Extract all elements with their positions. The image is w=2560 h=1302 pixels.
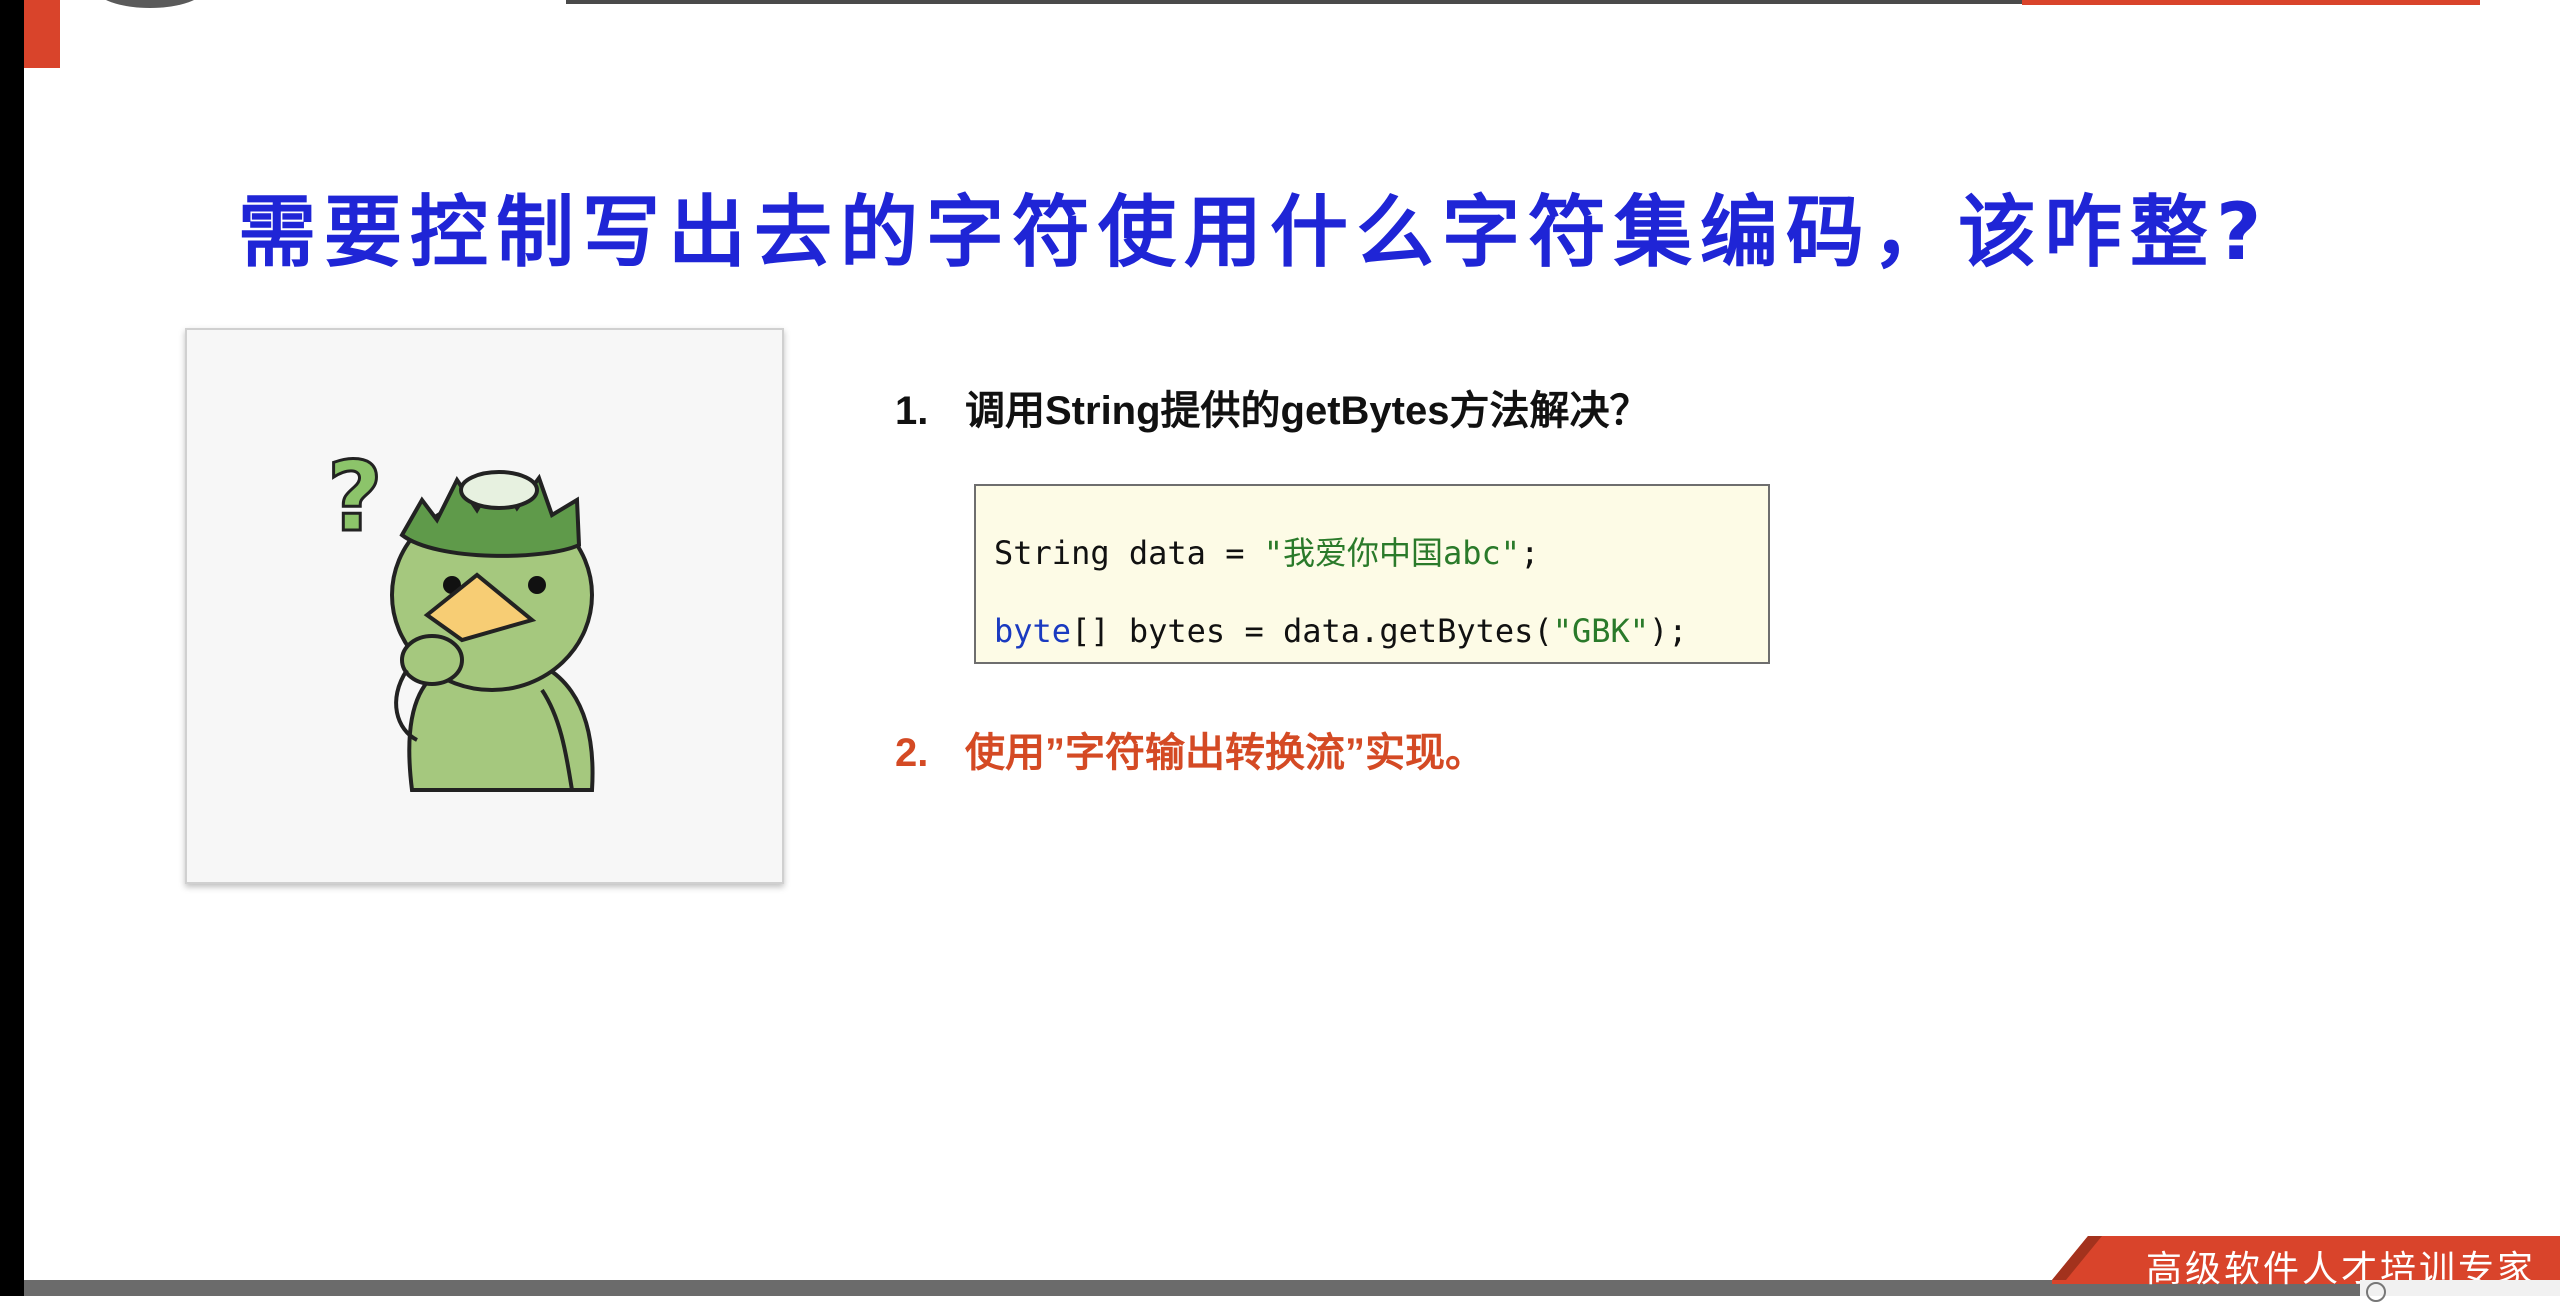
top-divider-line [566, 0, 2022, 4]
left-edge-bar [0, 0, 24, 1296]
item-1-text: 调用String提供的getBytes方法解决？ [965, 389, 1650, 433]
taskbar-tray [2360, 1280, 2560, 1296]
code-line-1-string: "我爱你中国abc" [1263, 534, 1521, 572]
illustration-frame: ? [185, 328, 784, 884]
item-2-text: 使用”字符输出转换流”实现。 [965, 731, 1485, 775]
slide-title: 需要控制写出去的字符使用什么字符集编码，该咋整? [238, 188, 2270, 278]
top-logo-partial [95, 0, 205, 8]
code-snippet: String data = "我爱你中国abc"; byte[] bytes =… [974, 484, 1770, 664]
top-accent-line [2022, 0, 2480, 5]
code-line-1-suffix: ; [1520, 534, 1540, 572]
question-mark-icon: ? [327, 441, 383, 553]
tray-globe-icon[interactable] [2366, 1282, 2386, 1302]
code-line-2-keyword: byte [994, 612, 1072, 650]
code-line-1: String data = "我爱你中国abc"; [994, 528, 1539, 574]
code-line-2: byte[] bytes = data.getBytes("GBK"); [994, 612, 1688, 650]
footer-banner: 高级软件人才培训专家 [2052, 1236, 2560, 1290]
list-item-1: 1. 调用String提供的getBytes方法解决？ [895, 378, 1650, 436]
code-line-2-suffix: ); [1649, 612, 1688, 650]
code-line-2-string: "GBK" [1552, 612, 1650, 650]
list-item-2: 2. 使用”字符输出转换流”实现。 [895, 720, 1485, 778]
confused-kappa-illustration: ? [326, 440, 595, 792]
code-line-1-prefix: String data = [994, 534, 1264, 572]
item-2-number: 2. [895, 731, 929, 775]
code-line-2-middle: [] bytes = data.getBytes( [1071, 612, 1553, 650]
corner-accent-tab [24, 0, 60, 68]
item-1-number: 1. [895, 389, 929, 433]
